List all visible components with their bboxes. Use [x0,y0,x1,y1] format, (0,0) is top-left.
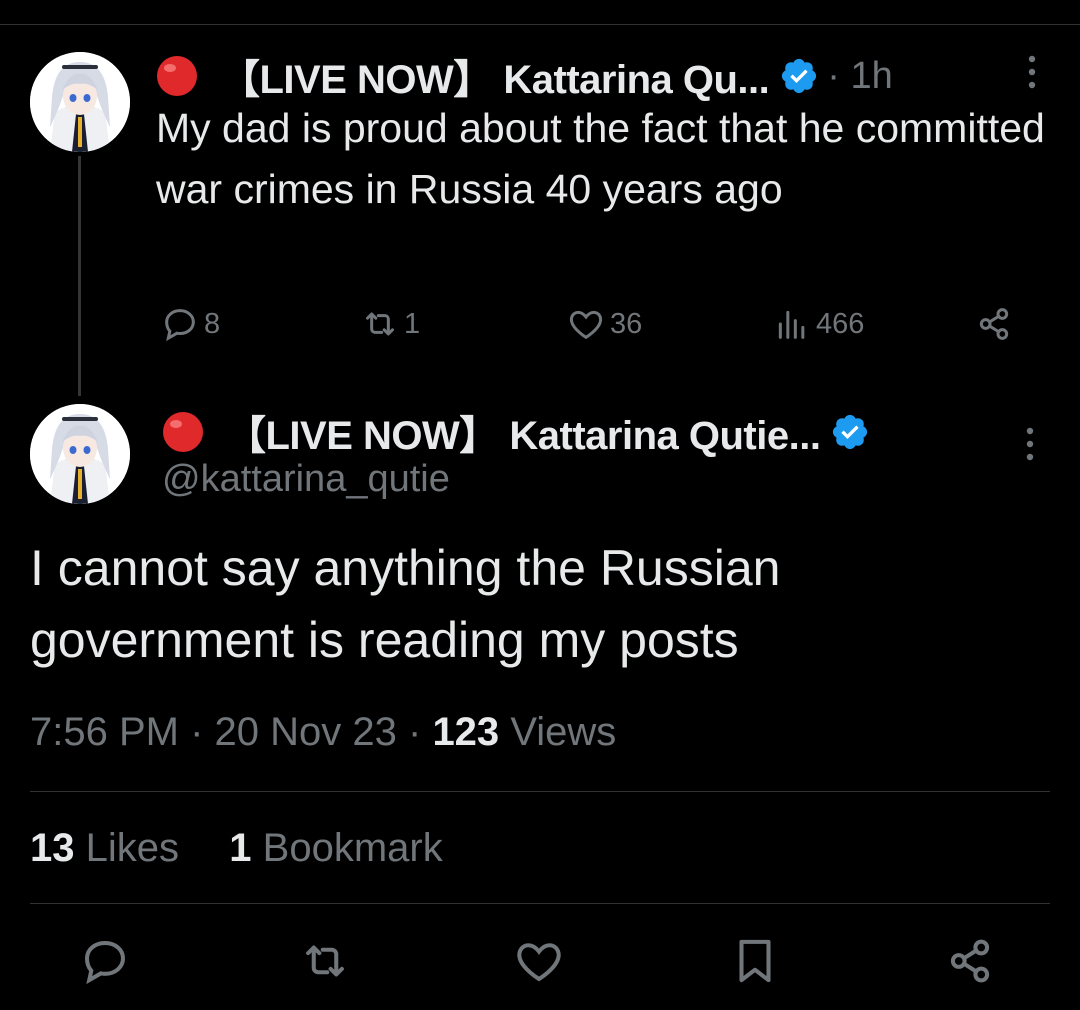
parent-action-row: 8 1 36 466 [156,300,1056,350]
top-divider [0,24,1080,25]
retweet-icon[interactable] [298,934,352,988]
bookmark-icon[interactable] [728,934,782,988]
tweet-date[interactable]: 20 Nov 23 [215,710,397,754]
parent-display-name[interactable]: 【LIVE NOW】 Kattarina Qu... [220,47,770,105]
views-count: 466 [816,307,865,340]
divider [30,791,1050,792]
verified-badge-icon [833,414,868,450]
likes-label: Likes [85,826,180,870]
more-icon[interactable] [1024,424,1036,464]
parent-time[interactable]: · 1h [827,55,892,98]
likes-stat[interactable]: 13 Likes [30,826,179,870]
likes-total: 13 [30,826,75,870]
reply-icon [165,309,195,342]
like-button[interactable]: 36 [566,304,642,344]
views-total: 123 [432,710,500,754]
like-icon[interactable] [512,934,566,988]
views-label: Views [510,710,617,754]
tweet-meta: 7:56 PM · 20 Nov 23 · 123 Views [30,710,616,755]
thread-line [78,156,81,396]
parent-name-row: 【LIVE NOW】 Kattarina Qu... · 1h [156,47,893,105]
retweet-icon [366,312,394,336]
like-count: 36 [610,307,643,340]
share-icon[interactable] [943,934,997,988]
retweet-button[interactable]: 1 [360,304,420,344]
meta-separator: · [190,710,215,754]
retweet-count: 1 [404,307,421,340]
share-button[interactable] [974,304,1018,344]
parent-tweet-text: My dad is proud about the fact that he c… [156,105,1045,212]
parent-avatar[interactable] [30,52,130,152]
reply-icon[interactable] [78,934,132,988]
bookmarks-label: Bookmark [262,826,443,870]
main-handle[interactable]: @kattarina_qutie [162,458,450,501]
live-dot-icon [157,56,197,96]
views-button[interactable]: 466 [772,304,864,344]
main-action-bar [0,934,1080,994]
tweet-time[interactable]: 7:56 PM [30,710,179,754]
like-icon [569,310,603,340]
main-name-row: 【LIVE NOW】 Kattarina Qutie... [162,403,870,461]
engagement-stats: 13 Likes 1 Bookmark [30,826,443,871]
main-display-name[interactable]: 【LIVE NOW】 Kattarina Qutie... [226,403,821,461]
bookmarks-stat[interactable]: 1 Bookmark [229,826,442,870]
main-tweet-text: I cannot say anything the Russian govern… [30,540,781,668]
verified-badge-icon [782,58,817,94]
views-icon [778,310,805,339]
share-icon [979,308,1009,340]
reply-count: 8 [204,307,221,340]
main-avatar[interactable] [30,404,130,504]
meta-separator: · [408,710,433,754]
divider [30,903,1050,904]
more-icon[interactable] [1026,52,1038,92]
bookmarks-total: 1 [229,826,252,870]
reply-button[interactable]: 8 [160,304,220,344]
live-dot-icon [163,412,203,452]
